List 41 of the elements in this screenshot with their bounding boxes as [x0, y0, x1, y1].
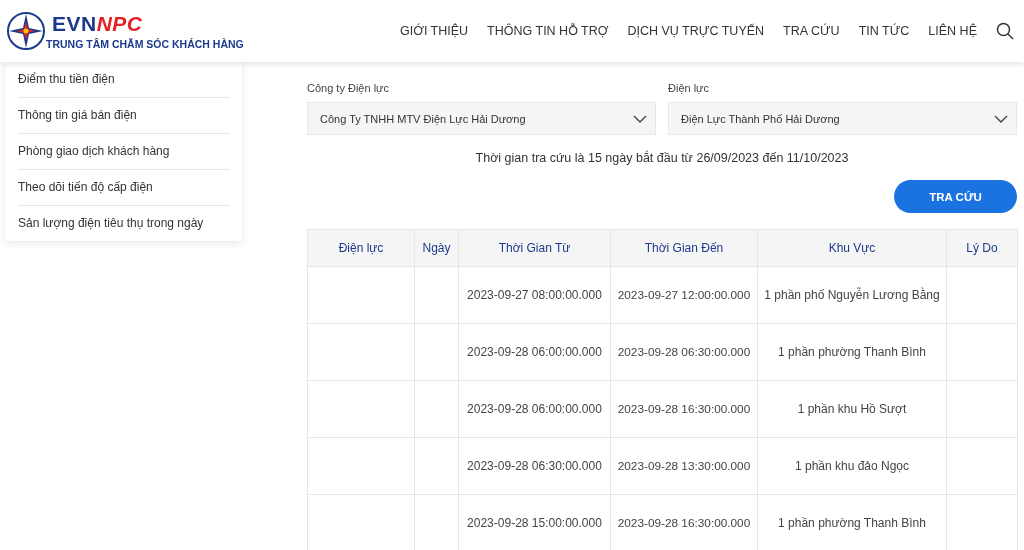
sidebar-item[interactable]: Theo dõi tiến độ cấp điện — [18, 169, 230, 205]
table-cell: 2023-09-27 12:00:00.000 — [610, 266, 758, 324]
logo-icon — [6, 11, 46, 51]
column-header: Lý Do — [946, 229, 1018, 267]
table-cell: 1 phần phường Thanh Bình — [757, 323, 947, 381]
table-cell: 2023-09-28 06:30:00.000 — [458, 437, 611, 495]
brand-subtitle: TRUNG TÂM CHĂM SÓC KHÁCH HÀNG — [46, 38, 244, 50]
search-button[interactable]: TRA CỨU — [894, 180, 1017, 213]
sidebar-item[interactable]: Điểm thu tiền điện — [18, 62, 230, 97]
nav-link[interactable]: TRA CỨU — [783, 24, 840, 38]
table-cell: 2023-09-27 08:00:00.000 — [458, 266, 611, 324]
table-cell: 2023-09-28 06:30:00.000 — [610, 323, 758, 381]
sidebar-item[interactable]: Phòng giao dịch khách hàng — [18, 133, 230, 169]
search-icon[interactable] — [996, 22, 1014, 40]
column-header: Điện lực — [307, 229, 415, 267]
field-label: Điện lực — [668, 82, 710, 94]
sidebar-item[interactable]: Thông tin giá bán điện — [18, 97, 230, 133]
table-cell: 1 phần khu đảo Ngọc — [757, 437, 947, 495]
column-header: Khu Vực — [757, 229, 947, 267]
chevron-down-icon — [994, 114, 1008, 123]
table-cell: 2023-09-28 06:00:00.000 — [458, 380, 611, 438]
nav-link[interactable]: LIÊN HỆ — [928, 24, 977, 38]
table-cell: 1 phần phố Nguyễn Lương Bằng — [757, 266, 947, 324]
nav-link[interactable]: TIN TỨC — [858, 24, 910, 38]
column-header: Thời Gian Đến — [610, 229, 758, 267]
column-header: Ngày — [414, 229, 459, 267]
nav-link[interactable]: THÔNG TIN HỖ TRỢ — [487, 24, 609, 38]
nav-link[interactable]: GIỚI THIỆU — [399, 24, 469, 38]
column-header: Thời Gian Từ — [458, 229, 611, 267]
brand-logo-text: EVNNPC — [52, 12, 144, 36]
search-period-note: Thời gian tra cứu là 15 ngày bắt đầu từ 26/09/2023 đến 11/10/2023 — [474, 151, 850, 165]
sidebar-item[interactable]: Sản lượng điện tiêu thụ trong ngày — [18, 205, 230, 241]
table-cell: 2023-09-28 13:30:00.000 — [610, 437, 758, 495]
select-field[interactable]: Điện Lực Thành Phố Hải Dương — [668, 102, 1017, 135]
chevron-down-icon — [633, 114, 647, 123]
table-cell: 2023-09-28 06:00:00.000 — [458, 323, 611, 381]
nav-link[interactable]: DỊCH VỤ TRỰC TUYẾN — [627, 24, 765, 38]
table-cell: 2023-09-28 16:30:00.000 — [610, 380, 758, 438]
select-field[interactable]: Công Ty TNHH MTV Điện Lực Hải Dương — [307, 102, 656, 135]
table-cell: 1 phần khu Hồ Sượt — [757, 380, 947, 438]
field-label: Công ty Điện lực — [307, 82, 390, 94]
